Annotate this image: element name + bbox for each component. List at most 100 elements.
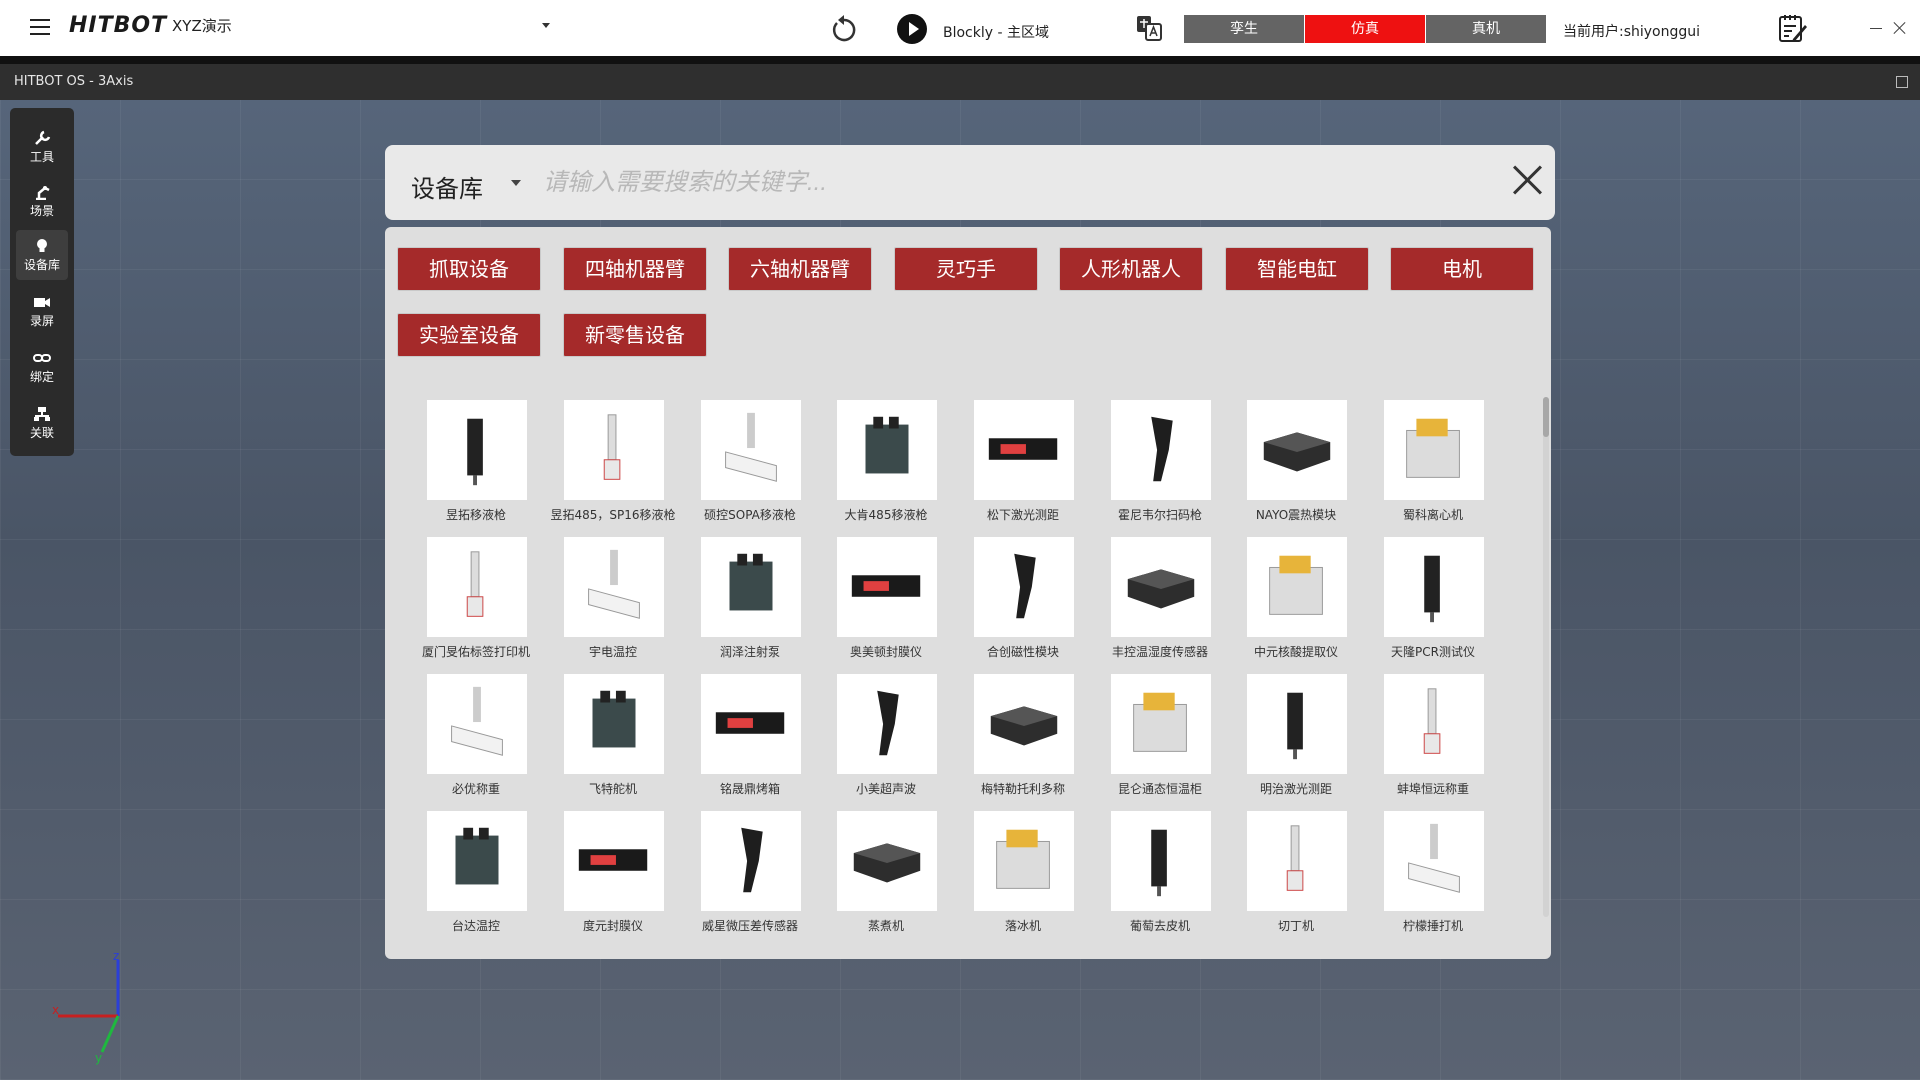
device-label: 必优称重 — [451, 782, 500, 796]
mode-simulation-button[interactable]: 仿真 — [1305, 15, 1425, 43]
device-item[interactable]: 度元封膜仪 — [548, 811, 678, 947]
device-item[interactable]: 梅特勒托利多称 — [958, 674, 1088, 810]
close-icon[interactable] — [1505, 157, 1549, 201]
translate-icon[interactable] — [1136, 14, 1162, 42]
device-item[interactable]: 威星微压差传感器 — [685, 811, 815, 947]
category-motor-button[interactable]: 电机 — [1390, 247, 1534, 291]
mode-real-button[interactable]: 真机 — [1426, 15, 1546, 43]
device-centrifuge-icon — [1408, 823, 1460, 893]
device-item[interactable]: 松下激光测距 — [958, 400, 1088, 536]
device-item[interactable]: 落冰机 — [958, 811, 1088, 947]
device-item[interactable]: 奥美顿封膜仪 — [821, 537, 951, 673]
device-item[interactable]: 天隆PCR测试仪 — [1368, 537, 1498, 673]
device-library-panel: 抓取设备 四轴机器臂 六轴机器臂 灵巧手 人形机器人 智能电缸 电机 实验室设备… — [385, 227, 1551, 959]
device-item[interactable]: NAYO震热模块 — [1231, 400, 1361, 536]
category-4axis-arm-button[interactable]: 四轴机器臂 — [563, 247, 707, 291]
device-item[interactable]: 大肯485移液枪 — [821, 400, 951, 536]
category-new-retail-button[interactable]: 新零售设备 — [563, 313, 707, 357]
device-item[interactable]: 润泽注射泵 — [685, 537, 815, 673]
device-item[interactable]: 柠檬捶打机 — [1368, 811, 1498, 947]
wrench-icon — [35, 130, 51, 145]
device-library-search-bar: 设备库 — [385, 145, 1555, 220]
device-label: 威星微压差传感器 — [701, 919, 798, 933]
device-thumbnail — [427, 537, 527, 637]
device-thumbnail — [1247, 674, 1347, 774]
category-smart-cylinder-button[interactable]: 智能电缸 — [1225, 247, 1369, 291]
device-item[interactable]: 霍尼韦尔扫码枪 — [1095, 400, 1225, 536]
tool-record[interactable]: 录屏 — [16, 286, 68, 336]
device-label: 霍尼韦尔扫码枪 — [1117, 508, 1202, 522]
device-label: 飞特舵机 — [588, 782, 637, 796]
play-icon[interactable] — [897, 14, 927, 44]
menu-icon[interactable] — [30, 19, 50, 35]
scrollbar-track[interactable] — [1543, 397, 1549, 917]
device-pipette-icon — [715, 712, 785, 734]
device-thumbnail — [1111, 674, 1211, 774]
device-thumbnail — [1384, 400, 1484, 500]
device-thumbnail — [974, 537, 1074, 637]
device-label: 蒸煮机 — [867, 919, 904, 933]
device-item[interactable]: 厦门旻佑标签打印机 — [411, 537, 541, 673]
device-thumbnail — [1384, 537, 1484, 637]
tool-relation[interactable]: 关联 — [16, 398, 68, 448]
tool-scene[interactable]: 场景 — [16, 176, 68, 226]
device-item[interactable]: 蜀科离心机 — [1368, 400, 1498, 536]
device-laser-sensor-icon — [996, 829, 1050, 889]
tool-bind[interactable]: 绑定 — [16, 342, 68, 392]
tool-label: 设备库 — [23, 258, 60, 272]
library-selector[interactable]: 设备库 — [411, 169, 483, 204]
lightbulb-icon — [37, 239, 47, 252]
mode-twin-button[interactable]: 孪生 — [1184, 15, 1304, 43]
device-pipette-icon — [851, 575, 921, 597]
project-select[interactable]: XYZ演示 — [172, 15, 552, 41]
device-item[interactable]: 必优称重 — [411, 674, 541, 810]
device-item[interactable]: 昱拓移液枪 — [411, 400, 541, 536]
notes-icon[interactable] — [1776, 12, 1808, 44]
category-6axis-arm-button[interactable]: 六轴机器臂 — [728, 247, 872, 291]
device-item[interactable]: 昱拓485，SP16移液枪 — [548, 400, 678, 536]
search-input[interactable] — [543, 163, 1443, 203]
device-item[interactable]: 蒸煮机 — [821, 811, 951, 947]
window-close-icon[interactable] — [1893, 21, 1907, 35]
device-item[interactable]: 切丁机 — [1231, 811, 1361, 947]
restore-window-icon[interactable] — [1896, 76, 1908, 88]
device-item[interactable]: 合创磁性模块 — [958, 537, 1088, 673]
relation-icon — [34, 407, 50, 421]
device-thumbnail — [837, 400, 937, 500]
device-thumbnail — [564, 400, 664, 500]
device-item[interactable]: 丰控温湿度传感器 — [1095, 537, 1225, 673]
blockly-area-label: Blockly - 主区域 — [943, 25, 1049, 41]
device-item[interactable]: 中元核酸提取仪 — [1231, 537, 1361, 673]
device-thumbnail — [974, 400, 1074, 500]
device-item[interactable]: 宇电温控 — [548, 537, 678, 673]
device-pipette-icon — [741, 827, 763, 893]
category-grab-button[interactable]: 抓取设备 — [397, 247, 541, 291]
device-item[interactable]: 飞特舵机 — [548, 674, 678, 810]
device-item[interactable]: 台达温控 — [411, 811, 541, 947]
device-scanner-icon — [1133, 692, 1187, 752]
device-item[interactable]: 明治激光测距 — [1231, 674, 1361, 810]
mode-switch: 孪生 仿真 真机 — [1184, 15, 1547, 43]
device-item[interactable]: 蚌埠恒远称重 — [1368, 674, 1498, 810]
device-label: 蚌埠恒远称重 — [1396, 782, 1469, 796]
device-thumbnail — [837, 811, 937, 911]
category-lab-equipment-button[interactable]: 实验室设备 — [397, 313, 541, 357]
chevron-down-icon[interactable] — [511, 180, 521, 186]
device-pipette-icon — [725, 412, 777, 482]
reset-icon[interactable] — [828, 14, 860, 46]
device-item[interactable]: 昆仑通态恒温柜 — [1095, 674, 1225, 810]
tool-tools[interactable]: 工具 — [16, 122, 68, 172]
device-item[interactable]: 硕控SOPA移液枪 — [685, 400, 815, 536]
device-pipette-icon — [853, 843, 921, 883]
scrollbar-thumb[interactable] — [1543, 397, 1549, 437]
device-thumbnail — [1111, 400, 1211, 500]
device-item[interactable]: 小美超声波 — [821, 674, 951, 810]
device-thumbnail — [564, 537, 664, 637]
device-centrifuge-icon — [1424, 555, 1440, 623]
tool-device-library[interactable]: 设备库 — [16, 230, 68, 280]
category-dexterous-hand-button[interactable]: 灵巧手 — [894, 247, 1038, 291]
window-minimize-icon[interactable] — [1870, 28, 1882, 29]
device-item[interactable]: 铭晟鼎烤箱 — [685, 674, 815, 810]
category-humanoid-button[interactable]: 人形机器人 — [1059, 247, 1203, 291]
device-item[interactable]: 葡萄去皮机 — [1095, 811, 1225, 947]
